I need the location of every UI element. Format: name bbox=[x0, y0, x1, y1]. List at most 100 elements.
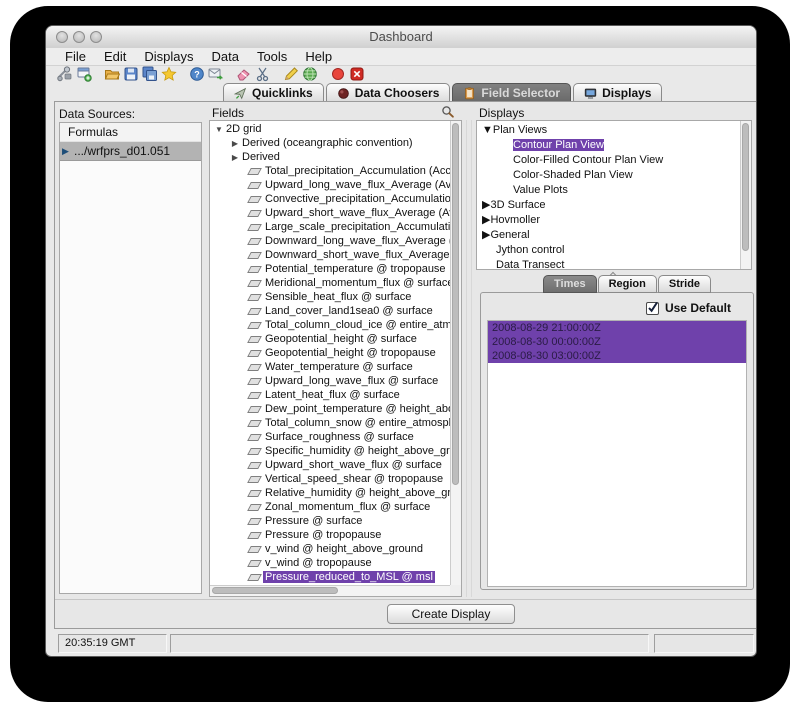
record-icon[interactable] bbox=[330, 66, 346, 82]
support-icon[interactable] bbox=[208, 66, 224, 82]
field-row[interactable]: Large_scale_precipitation_Accumulation (… bbox=[210, 220, 450, 234]
field-row[interactable]: Upward_long_wave_flux @ surface bbox=[210, 374, 450, 388]
field-row[interactable]: Relative_humidity @ height_above_ground bbox=[210, 486, 450, 500]
panel-splitter[interactable] bbox=[466, 120, 472, 597]
menu-tools[interactable]: Tools bbox=[248, 48, 296, 65]
edit-icon[interactable] bbox=[283, 66, 299, 82]
display-row[interactable]: Color-Filled Contour Plan View bbox=[477, 152, 740, 167]
field-row[interactable]: Surface_roughness @ surface bbox=[210, 430, 450, 444]
field-row[interactable]: Latent_heat_flux @ surface bbox=[210, 388, 450, 402]
display-row[interactable]: Value Plots bbox=[477, 182, 740, 197]
field-row[interactable]: Total_precipitation_Accumulation (Accumu… bbox=[210, 164, 450, 178]
field-row[interactable]: Specific_humidity @ height_above_ground bbox=[210, 444, 450, 458]
fields-header: Fields bbox=[212, 106, 244, 120]
expand-arrow-icon[interactable]: ▶ bbox=[230, 153, 240, 162]
time-item[interactable]: 2008-08-29 21:00:00Z bbox=[488, 321, 746, 335]
display-row[interactable]: Jython control bbox=[477, 242, 740, 257]
field-row[interactable]: Geopotential_height @ tropopause bbox=[210, 346, 450, 360]
use-default-checkbox[interactable] bbox=[646, 302, 659, 315]
create-display-button[interactable]: Create Display bbox=[387, 604, 515, 624]
field-row[interactable]: Zonal_momentum_flux @ surface bbox=[210, 500, 450, 514]
field-leaf-icon bbox=[247, 182, 262, 189]
expand-arrow-icon[interactable]: ▶ bbox=[482, 213, 490, 226]
field-label: Total_precipitation_Accumulation (Accumu… bbox=[263, 165, 450, 177]
display-row[interactable]: ▶Hovmoller bbox=[477, 212, 740, 227]
field-row[interactable]: Potential_temperature @ tropopause bbox=[210, 262, 450, 276]
display-row[interactable]: Color-Shaded Plan View bbox=[477, 167, 740, 182]
fields-horizontal-scrollbar-thumb[interactable] bbox=[212, 587, 338, 594]
menu-file[interactable]: File bbox=[56, 48, 95, 65]
menu-displays[interactable]: Displays bbox=[135, 48, 202, 65]
save-icon[interactable] bbox=[123, 66, 139, 82]
globe-icon[interactable] bbox=[302, 66, 318, 82]
field-row[interactable]: Upward_long_wave_flux_Average (Average f… bbox=[210, 178, 450, 192]
field-row[interactable]: Dew_point_temperature @ height_above_gro… bbox=[210, 402, 450, 416]
field-label: Surface_roughness @ surface bbox=[263, 431, 416, 443]
field-row[interactable]: Land_cover_land1sea0 @ surface bbox=[210, 304, 450, 318]
field-row[interactable]: Upward_short_wave_flux_Average (Average … bbox=[210, 206, 450, 220]
field-row[interactable]: Downward_short_wave_flux_Average (Averag… bbox=[210, 248, 450, 262]
field-row[interactable]: Pressure @ surface bbox=[210, 514, 450, 528]
data-source-item[interactable]: ▶.../wrfprs_d01.051 bbox=[60, 142, 201, 161]
display-row[interactable]: ▶General bbox=[477, 227, 740, 242]
displays-vertical-scrollbar-thumb[interactable] bbox=[742, 123, 749, 251]
field-row[interactable]: ▶Derived (oceangraphic convention) bbox=[210, 136, 450, 150]
display-row[interactable]: ▼Plan Views bbox=[477, 122, 740, 137]
field-row[interactable]: Total_column_cloud_ice @ entire_atmosphe… bbox=[210, 318, 450, 332]
field-row[interactable]: Geopotential_height @ surface bbox=[210, 332, 450, 346]
expand-arrow-icon[interactable]: ▶ bbox=[482, 198, 490, 211]
subset-tab-times[interactable]: Times bbox=[543, 275, 597, 293]
field-row[interactable]: ▶Derived bbox=[210, 150, 450, 164]
expand-arrow-icon[interactable]: ▶ bbox=[230, 139, 240, 148]
field-row[interactable]: v_wind @ height_above_ground bbox=[210, 542, 450, 556]
field-row[interactable]: Upward_short_wave_flux @ surface bbox=[210, 458, 450, 472]
field-row[interactable]: Total_column_snow @ entire_atmosphere bbox=[210, 416, 450, 430]
field-leaf-icon bbox=[247, 518, 262, 525]
open-file-icon[interactable] bbox=[104, 66, 120, 82]
field-row[interactable]: Convective_precipitation_Accumulation (A… bbox=[210, 192, 450, 206]
field-row[interactable]: Sensible_heat_flux @ surface bbox=[210, 290, 450, 304]
eraser-icon[interactable] bbox=[236, 66, 252, 82]
data-chooser-icon[interactable] bbox=[57, 66, 73, 82]
save-as-icon[interactable] bbox=[142, 66, 158, 82]
help-icon[interactable]: ? bbox=[189, 66, 205, 82]
new-window-icon[interactable] bbox=[76, 66, 92, 82]
menu-help[interactable]: Help bbox=[296, 48, 341, 65]
field-row[interactable]: v_wind @ tropopause bbox=[210, 556, 450, 570]
collapse-arrow-icon[interactable]: ▼ bbox=[482, 124, 493, 136]
menu-edit[interactable]: Edit bbox=[95, 48, 135, 65]
displays-vertical-scrollbar[interactable] bbox=[740, 121, 751, 269]
collapse-arrow-icon[interactable]: ▼ bbox=[214, 125, 224, 134]
tab-displays[interactable]: Displays bbox=[573, 83, 662, 102]
field-label: Relative_humidity @ height_above_ground bbox=[263, 487, 450, 499]
time-item[interactable]: 2008-08-30 00:00:00Z bbox=[488, 335, 746, 349]
field-row[interactable]: Pressure_reduced_to_MSL @ msl bbox=[210, 570, 450, 584]
data-sources-list: Formulas▶.../wrfprs_d01.051 bbox=[59, 122, 202, 594]
favorites-icon[interactable] bbox=[161, 66, 177, 82]
menu-data[interactable]: Data bbox=[202, 48, 247, 65]
search-icon[interactable] bbox=[441, 105, 455, 119]
tab-quicklinks[interactable]: Quicklinks bbox=[223, 83, 324, 102]
field-row[interactable]: Vertical_speed_shear @ tropopause bbox=[210, 472, 450, 486]
time-item[interactable]: 2008-08-30 03:00:00Z bbox=[488, 349, 746, 363]
field-row[interactable]: Meridional_momentum_flux @ surface bbox=[210, 276, 450, 290]
subset-tab-region[interactable]: Region bbox=[598, 275, 657, 293]
field-row[interactable]: Pressure @ tropopause bbox=[210, 528, 450, 542]
display-row[interactable]: ▶3D Surface bbox=[477, 197, 740, 212]
exit-icon[interactable] bbox=[349, 66, 365, 82]
tab-data-choosers[interactable]: Data Choosers bbox=[326, 83, 451, 102]
field-label: Downward_long_wave_flux_Average (Average… bbox=[263, 235, 450, 247]
display-row[interactable]: Contour Plan View bbox=[477, 137, 740, 152]
field-row[interactable]: Downward_long_wave_flux_Average (Average… bbox=[210, 234, 450, 248]
data-source-item[interactable]: Formulas bbox=[60, 123, 201, 142]
subset-tab-stride[interactable]: Stride bbox=[658, 275, 711, 293]
fields-vertical-scrollbar[interactable] bbox=[450, 121, 461, 585]
fields-horizontal-scrollbar[interactable] bbox=[210, 585, 450, 596]
tab-field-selector[interactable]: Field Selector bbox=[452, 83, 571, 102]
display-row[interactable]: Data Transect bbox=[477, 257, 740, 269]
expand-arrow-icon[interactable]: ▶ bbox=[482, 228, 490, 241]
cut-icon[interactable] bbox=[255, 66, 271, 82]
field-row[interactable]: ▼2D grid bbox=[210, 122, 450, 136]
field-row[interactable]: Water_temperature @ surface bbox=[210, 360, 450, 374]
fields-vertical-scrollbar-thumb[interactable] bbox=[452, 123, 459, 485]
